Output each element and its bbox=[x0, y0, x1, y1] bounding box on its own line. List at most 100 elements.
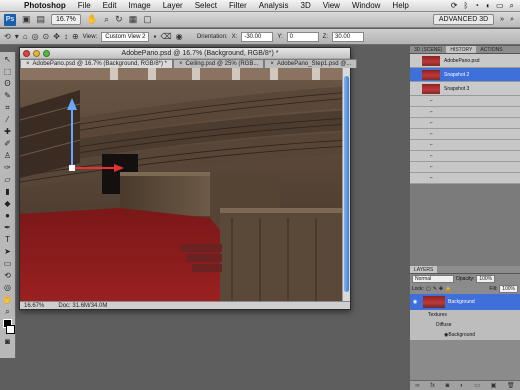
vertical-scrollbar[interactable] bbox=[342, 68, 350, 301]
history-snapshot-row[interactable]: Snapshot 3 bbox=[410, 82, 520, 96]
trash-icon[interactable]: 🗑 bbox=[507, 382, 515, 389]
menu-select[interactable]: Select bbox=[189, 1, 223, 10]
orbit-icon[interactable]: ◎ bbox=[32, 32, 39, 41]
opacity-field[interactable]: 100% bbox=[476, 275, 496, 283]
spotlight-icon[interactable]: ⌕ bbox=[510, 1, 514, 11]
visibility-eye-icon[interactable]: ◉ bbox=[410, 299, 420, 305]
save-view-icon[interactable]: ▪ bbox=[153, 32, 156, 41]
tool-preset-chevron-icon[interactable]: ▾ bbox=[15, 32, 19, 41]
workspace-switcher[interactable]: ADVANCED 3D bbox=[432, 14, 495, 25]
healing-brush-tool-icon[interactable]: ✚ bbox=[4, 127, 11, 136]
z-orientation-field[interactable]: 30.00 bbox=[332, 31, 365, 42]
lasso-tool-icon[interactable]: ʘ bbox=[4, 79, 10, 88]
hand-tool-icon[interactable]: ✋ bbox=[87, 14, 98, 25]
history-state-row[interactable]: ⌐ bbox=[410, 118, 520, 129]
quick-mask-icon[interactable]: ◙ bbox=[5, 337, 10, 346]
blur-tool-icon[interactable]: ◆ bbox=[4, 199, 10, 208]
lock-image-icon[interactable]: ✎ bbox=[433, 286, 437, 292]
menu-layer[interactable]: Layer bbox=[157, 1, 189, 10]
history-snapshot-row[interactable]: Snapshot 2 bbox=[410, 68, 520, 82]
close-icon[interactable] bbox=[23, 49, 30, 57]
new-layer-icon[interactable]: ▣ bbox=[491, 382, 497, 389]
status-zoom[interactable]: 16.67% bbox=[24, 303, 44, 309]
tab-close-icon[interactable]: × bbox=[270, 60, 274, 68]
textures-row[interactable]: Textures bbox=[410, 310, 520, 320]
path-selection-tool-icon[interactable]: ➤ bbox=[4, 247, 11, 256]
layer-style-icon[interactable]: fx bbox=[430, 383, 435, 389]
fill-field[interactable]: 100% bbox=[499, 285, 518, 293]
menu-app-name[interactable]: Photoshop bbox=[18, 1, 72, 10]
tab-3d-scene[interactable]: 3D (SCENE) bbox=[410, 46, 446, 53]
volume-icon[interactable]: ◖ bbox=[485, 1, 490, 10]
menu-3d[interactable]: 3D bbox=[295, 1, 317, 10]
history-brush-tool-icon[interactable]: ✑ bbox=[4, 163, 11, 172]
new-group-icon[interactable]: ▭ bbox=[474, 382, 480, 389]
zoom-window-icon[interactable] bbox=[43, 49, 50, 57]
tab-adobepano-step1[interactable]: × AdobePano_Step1.psd @... bbox=[264, 59, 358, 68]
search-icon[interactable]: ⌕ bbox=[510, 16, 514, 24]
menu-help[interactable]: Help bbox=[386, 1, 414, 10]
y-orientation-field[interactable]: 0 bbox=[286, 31, 319, 42]
battery-icon[interactable]: ▭ bbox=[496, 1, 504, 10]
tab-ceiling[interactable]: × Ceiling.psd @ 25% (RGB... bbox=[173, 59, 265, 68]
hand-tool-icon[interactable]: ✋ bbox=[3, 295, 13, 304]
adjustment-layer-icon[interactable]: ◐ bbox=[460, 383, 464, 389]
history-state-row[interactable]: ⌐ bbox=[410, 151, 520, 162]
pan-icon[interactable]: ✥ bbox=[53, 32, 60, 41]
layer-mask-icon[interactable]: ◙ bbox=[446, 383, 450, 389]
history-state-row[interactable]: ⌐ bbox=[410, 140, 520, 151]
menu-image[interactable]: Image bbox=[122, 1, 156, 10]
gradient-tool-icon[interactable]: ▮ bbox=[5, 187, 9, 196]
tab-adobepano[interactable]: × AdobePano.psd @ 16.7% (Background, RGB… bbox=[20, 59, 174, 68]
eraser-tool-icon[interactable]: ▱ bbox=[4, 175, 10, 184]
tab-history[interactable]: HISTORY bbox=[446, 46, 477, 53]
return-to-initial-position-icon[interactable]: ⌂ bbox=[23, 32, 28, 41]
menu-filter[interactable]: Filter bbox=[223, 1, 253, 10]
x-orientation-field[interactable]: -30.00 bbox=[241, 31, 274, 42]
history-state-row[interactable]: ⌐ bbox=[410, 107, 520, 118]
background-color-swatch[interactable] bbox=[6, 325, 15, 334]
clone-stamp-tool-icon[interactable]: ♙ bbox=[4, 151, 11, 160]
zoom-tool-icon[interactable]: ⌕ bbox=[104, 14, 109, 25]
screen-mode-icon[interactable]: ▢ bbox=[143, 14, 152, 25]
3d-object-rotate-tool-icon[interactable]: ⟲ bbox=[4, 271, 11, 280]
tab-close-icon[interactable]: × bbox=[26, 60, 30, 68]
camera-icon[interactable]: ◉ bbox=[176, 32, 183, 41]
eyedropper-tool-icon[interactable]: ⁄ bbox=[7, 115, 8, 124]
3d-camera-rotate-tool-icon[interactable]: ◎ bbox=[4, 283, 11, 292]
sync-icon[interactable]: ⟳ bbox=[451, 1, 458, 10]
type-tool-icon[interactable]: T bbox=[5, 235, 10, 244]
diffuse-row[interactable]: Diffuse bbox=[410, 320, 520, 330]
history-state-row[interactable]: ⌐ bbox=[410, 96, 520, 107]
history-state-row[interactable]: ⌐ bbox=[410, 173, 520, 184]
menu-analysis[interactable]: Analysis bbox=[253, 1, 295, 10]
wifi-icon[interactable]: ◔ bbox=[474, 1, 479, 10]
tab-close-icon[interactable]: × bbox=[179, 60, 183, 68]
quick-selection-tool-icon[interactable]: ✎ bbox=[4, 91, 11, 100]
move-tool-icon[interactable]: ↖ bbox=[4, 55, 11, 64]
bridge-icon[interactable]: ▣ bbox=[22, 14, 31, 25]
blend-mode-select[interactable]: Normal bbox=[412, 275, 454, 283]
menu-edit[interactable]: Edit bbox=[97, 1, 123, 10]
history-state-row[interactable]: ⌐ bbox=[410, 129, 520, 140]
arrange-documents-icon[interactable]: ▦ bbox=[129, 14, 138, 25]
canvas[interactable] bbox=[20, 68, 350, 301]
panorama-image[interactable] bbox=[20, 68, 350, 301]
bluetooth-icon[interactable]: ᛒ bbox=[463, 1, 468, 10]
brush-tool-icon[interactable]: ✐ bbox=[4, 139, 11, 148]
menu-view[interactable]: View bbox=[317, 1, 346, 10]
layer-row-background[interactable]: ◉ Background bbox=[410, 294, 520, 310]
lock-position-icon[interactable]: ✥ bbox=[439, 286, 443, 292]
zoom-tool-icon[interactable]: ⌕ bbox=[5, 307, 9, 316]
marquee-tool-icon[interactable]: ⬚ bbox=[4, 67, 12, 76]
shape-tool-icon[interactable]: ▭ bbox=[4, 259, 12, 268]
3d-rotate-tool-icon[interactable]: ⟲ bbox=[4, 32, 11, 41]
history-snapshot-row[interactable]: AdobePano.psd bbox=[410, 54, 520, 68]
menu-window[interactable]: Window bbox=[346, 1, 386, 10]
tab-layers[interactable]: LAYERS bbox=[410, 266, 438, 273]
roll-icon[interactable]: ⊙ bbox=[43, 32, 50, 41]
crop-tool-icon[interactable]: ⌗ bbox=[5, 103, 10, 112]
walk-icon[interactable]: ↕ bbox=[64, 32, 68, 41]
tab-actions[interactable]: ACTIONS bbox=[476, 46, 506, 53]
lock-all-icon[interactable]: 🔒 bbox=[445, 286, 451, 292]
